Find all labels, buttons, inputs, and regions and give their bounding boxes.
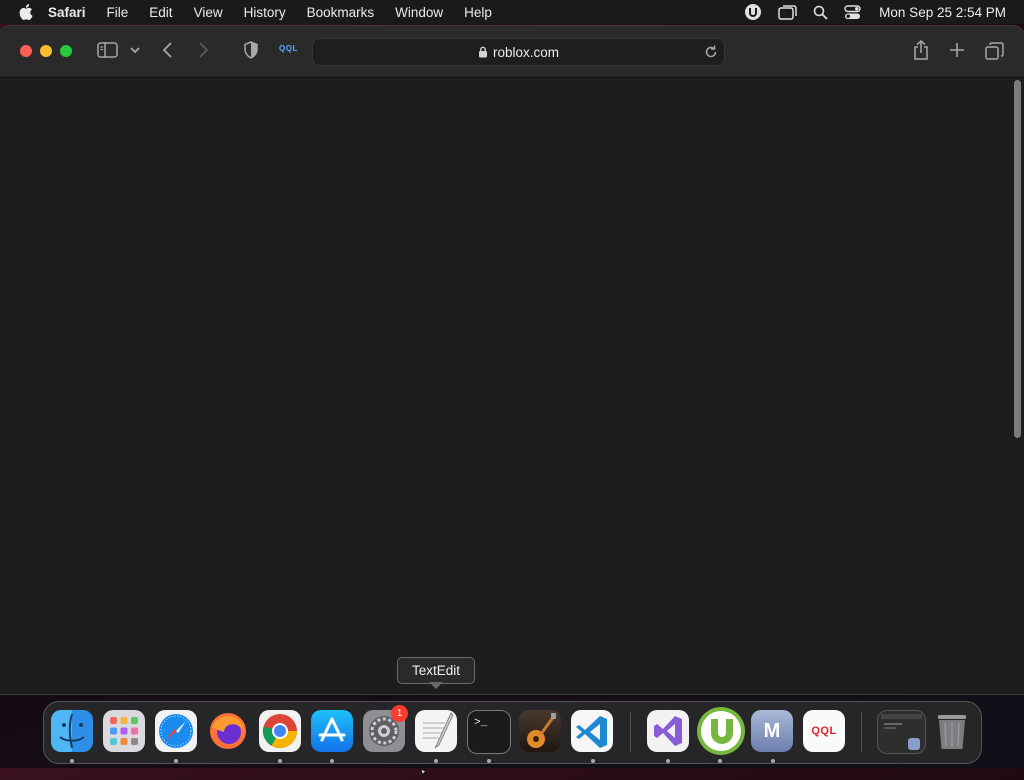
m-app-icon[interactable]: M: [751, 710, 793, 752]
lock-icon: [478, 46, 488, 58]
settings-notification-badge: 1: [391, 705, 408, 722]
safari-icon[interactable]: [155, 710, 197, 752]
qql-extension-icon[interactable]: QQL: [279, 44, 298, 53]
chevron-down-icon[interactable]: [129, 43, 141, 57]
menu-bookmarks[interactable]: Bookmarks: [307, 5, 375, 20]
apple-menu-icon[interactable]: [18, 4, 34, 20]
terminal-prompt-text: >_: [474, 717, 488, 729]
chrome-icon[interactable]: [259, 710, 301, 752]
fullscreen-window-button[interactable]: [60, 45, 72, 57]
menu-window[interactable]: Window: [395, 5, 443, 20]
address-bar[interactable]: roblox.com: [312, 38, 725, 66]
vscode-icon[interactable]: [571, 710, 613, 752]
qql-app-icon[interactable]: QQL: [803, 710, 845, 752]
menu-history[interactable]: History: [244, 5, 286, 20]
menu-file[interactable]: File: [107, 5, 129, 20]
menu-bar-status-area: Mon Sep 25 2:54 PM: [728, 0, 1006, 24]
visual-studio-icon[interactable]: [647, 710, 689, 752]
share-icon[interactable]: [912, 39, 930, 61]
utorrent-icon[interactable]: [697, 707, 745, 755]
terminal-running-dot: [487, 759, 491, 763]
close-window-button[interactable]: [20, 45, 32, 57]
dock-separator-right: [861, 712, 862, 752]
page-content-area[interactable]: [0, 78, 1024, 694]
textedit-icon[interactable]: [415, 710, 457, 752]
browser-toolbar: QQL roblox.com: [0, 26, 1024, 78]
utorrent-running-dot: [718, 759, 722, 763]
garageband-icon[interactable]: [519, 710, 561, 752]
menu-app-name[interactable]: Safari: [48, 5, 86, 20]
trash-icon[interactable]: [931, 710, 973, 752]
dock-tooltip-arrow: [429, 682, 443, 689]
m-app-running-dot: [771, 759, 775, 763]
launchpad-icon[interactable]: [103, 710, 145, 752]
terminal-icon[interactable]: >_: [467, 710, 511, 754]
window-preview-icon[interactable]: [877, 710, 926, 754]
dock-separator: [630, 712, 631, 752]
mouse-cursor-icon: [420, 762, 427, 780]
control-center-icon[interactable]: [844, 4, 861, 20]
back-button-icon[interactable]: [161, 41, 175, 59]
tab-overview-icon[interactable]: [985, 42, 1004, 60]
forward-button-icon[interactable]: [196, 41, 210, 59]
address-bar-url: roblox.com: [492, 44, 560, 60]
minimize-window-button[interactable]: [40, 45, 52, 57]
app-store-running-dot: [330, 759, 334, 763]
textedit-running-dot: [434, 759, 438, 763]
m-app-label: M: [763, 719, 781, 742]
visual-studio-running-dot: [666, 759, 670, 763]
chrome-running-dot: [278, 759, 282, 763]
menu-bar-clock[interactable]: Mon Sep 25 2:54 PM: [879, 5, 1006, 20]
app-store-icon[interactable]: [311, 710, 353, 752]
spotlight-search-icon[interactable]: [813, 5, 828, 20]
finder-running-dot: [70, 759, 74, 763]
sidebar-toggle-icon[interactable]: [97, 41, 118, 59]
menu-help[interactable]: Help: [464, 5, 492, 20]
finder-icon[interactable]: [51, 710, 93, 752]
privacy-shield-icon[interactable]: [243, 41, 259, 59]
menu-view[interactable]: View: [194, 5, 223, 20]
menu-bar: Safari File Edit View History Bookmarks …: [0, 0, 1024, 24]
menu-edit[interactable]: Edit: [149, 5, 172, 20]
reload-icon[interactable]: [704, 44, 718, 62]
window-switcher-icon[interactable]: [778, 4, 797, 20]
firefox-icon[interactable]: [207, 710, 249, 752]
vscode-running-dot: [591, 759, 595, 763]
new-tab-plus-icon[interactable]: [949, 42, 965, 58]
dock: >_ M QQL: [43, 701, 982, 764]
qql-app-label: QQL: [811, 725, 837, 737]
dock-tooltip: TextEdit: [397, 657, 475, 684]
utorrent-status-icon[interactable]: [744, 3, 762, 21]
safari-window: QQL roblox.com: [0, 26, 1024, 694]
vertical-scrollbar[interactable]: [1014, 80, 1021, 438]
safari-running-dot: [174, 759, 178, 763]
